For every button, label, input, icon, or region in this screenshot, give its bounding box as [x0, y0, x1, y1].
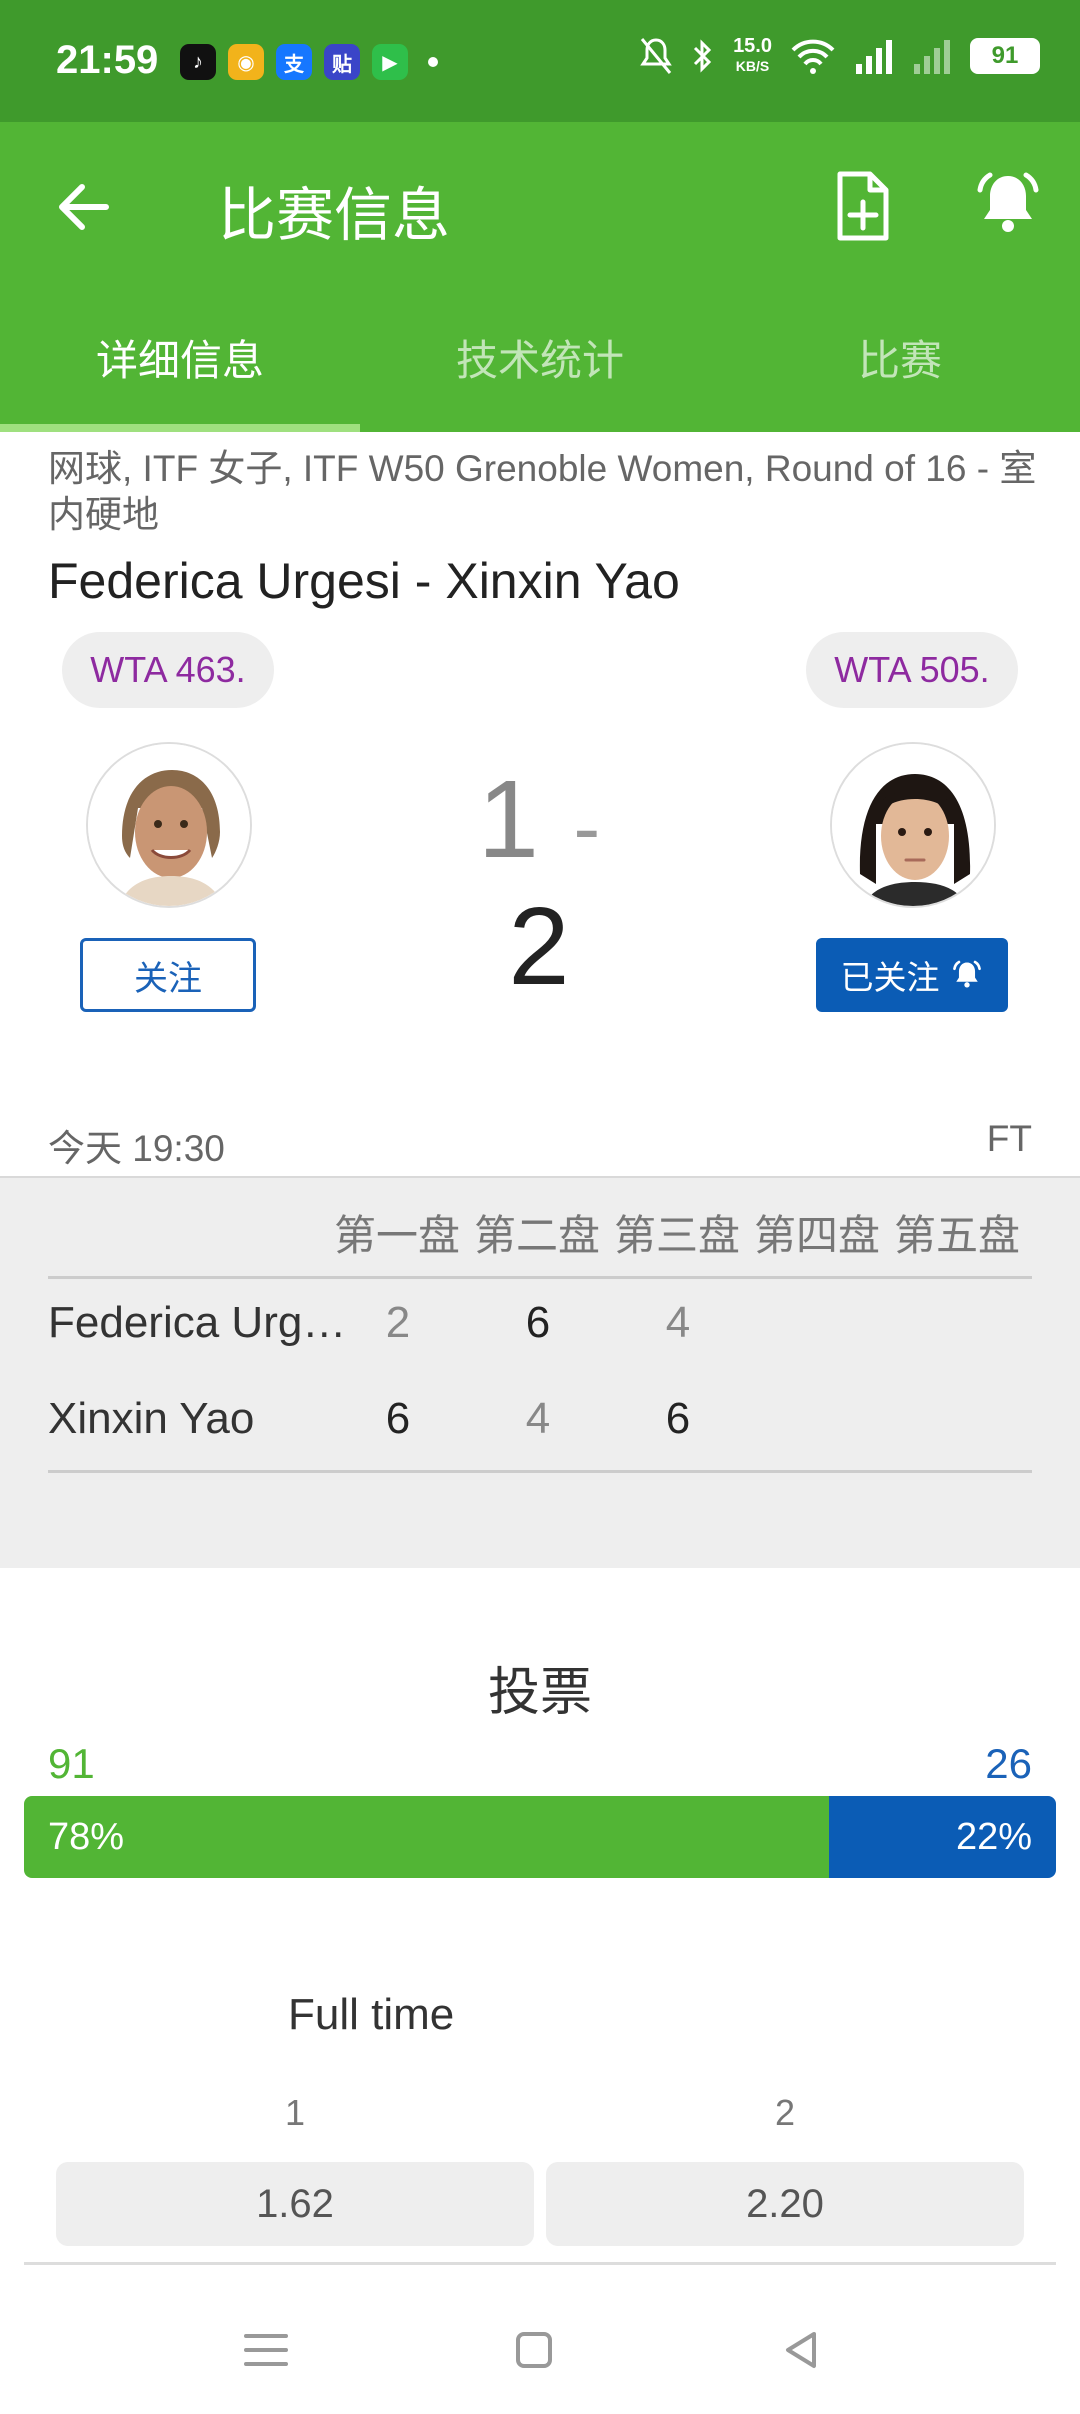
tab-statistics[interactable]: 技术统计	[360, 282, 720, 432]
app-bar: 比赛信息	[0, 122, 1080, 282]
away-player-avatar[interactable]	[830, 742, 996, 908]
tieba-icon: 贴	[324, 44, 360, 80]
divider	[48, 1470, 1032, 1473]
back-nav-button[interactable]	[772, 2320, 832, 2380]
set-row-home-name: Federica Urg…	[48, 1298, 347, 1347]
signal-icon	[856, 40, 892, 74]
home-player-avatar[interactable]	[86, 742, 252, 908]
away-vote-segment[interactable]: 22%	[828, 1796, 1056, 1878]
odds-label-away: 2	[774, 2092, 796, 2133]
set-header: 第四盘	[754, 1212, 881, 1259]
set-score: 2	[385, 1298, 411, 1347]
home-rank-badge[interactable]: WTA 463.	[62, 632, 274, 708]
set-scores-panel: 第一盘 第二盘 第三盘 第四盘 第五盘 Federica Urg… 2 6 4 …	[0, 1176, 1080, 1568]
home-vote-count: 91	[48, 1740, 95, 1787]
odds-title: Full time	[288, 1990, 455, 2039]
score-separator: -	[573, 782, 603, 872]
divider	[48, 1276, 1032, 1279]
home-vote-segment[interactable]: 78%	[24, 1796, 829, 1878]
away-vote-count: 26	[985, 1740, 1032, 1787]
status-indicators: 15.0 KB/S 91	[639, 36, 1040, 76]
match-score: 1 - 2	[430, 756, 650, 1010]
set-score: 6	[525, 1298, 551, 1347]
vote-title: 投票	[487, 1664, 592, 1722]
set-header: 第五盘	[894, 1212, 1021, 1259]
square-icon	[516, 2332, 552, 2368]
tab-matches[interactable]: 比赛	[720, 282, 1080, 432]
followed-label: 已关注	[840, 959, 940, 996]
more-notifications-dot	[428, 57, 438, 67]
odds-label-home: 1	[284, 2092, 306, 2133]
home-button[interactable]	[504, 2320, 564, 2380]
network-speed: 15.0 KB/S	[733, 35, 772, 74]
bell-ringing-icon	[952, 960, 981, 988]
video-app-icon: ▶	[372, 44, 408, 80]
tab-details[interactable]: 详细信息	[0, 282, 360, 432]
alipay-icon: 支	[276, 44, 312, 80]
odds-home-button[interactable]: 1.62	[56, 2162, 534, 2246]
status-bar: 21:59 ♪ ◉ 支 贴 ▶ 15.0 KB/S 91	[0, 0, 1080, 122]
set-header: 第三盘	[614, 1212, 741, 1259]
add-to-calendar-button[interactable]	[828, 168, 898, 244]
system-nav-bar	[0, 2280, 1080, 2414]
set-score: 6	[665, 1394, 691, 1443]
match-status: FT	[986, 1118, 1032, 1159]
set-row-away-name: Xinxin Yao	[48, 1394, 255, 1443]
back-button[interactable]	[50, 172, 120, 242]
followed-away-button[interactable]: 已关注	[816, 938, 1008, 1012]
weibo-icon: ◉	[228, 44, 264, 80]
notification-icons: ♪ ◉ 支 贴 ▶	[180, 44, 438, 80]
divider	[24, 2262, 1056, 2265]
status-time: 21:59	[56, 38, 159, 82]
tiktok-icon: ♪	[180, 44, 216, 80]
wifi-icon	[791, 39, 835, 74]
tab-bar: 详细信息 技术统计 比赛	[0, 282, 1080, 432]
set-header: 第二盘	[474, 1212, 601, 1259]
set-score: 6	[385, 1394, 411, 1443]
arrow-left-icon	[59, 184, 109, 230]
match-start-time: 今天 19:30	[48, 1128, 225, 1169]
breadcrumb: 网球, ITF 女子, ITF W50 Grenoble Women, Roun…	[48, 448, 1037, 535]
file-add-icon	[837, 171, 889, 241]
page-title: 比赛信息	[218, 183, 451, 248]
bluetooth-icon	[694, 39, 712, 73]
home-score: 1	[477, 758, 541, 881]
match-title: Federica Urgesi - Xinxin Yao	[48, 553, 680, 609]
away-rank-badge[interactable]: WTA 505.	[806, 632, 1018, 708]
follow-home-button[interactable]: 关注	[80, 938, 256, 1012]
vote-bar[interactable]: 78% 22%	[24, 1796, 1056, 1878]
set-score: 4	[525, 1394, 551, 1443]
set-header: 第一盘	[334, 1212, 461, 1259]
battery-indicator: 91	[970, 38, 1040, 74]
signal-weak-icon	[914, 40, 950, 74]
menu-button[interactable]	[236, 2320, 296, 2380]
menu-icon	[244, 2334, 288, 2366]
alert-bell-button[interactable]	[970, 166, 1046, 242]
away-score: 2	[508, 885, 572, 1008]
set-score: 4	[665, 1298, 691, 1347]
odds-away-button[interactable]: 2.20	[546, 2162, 1024, 2246]
triangle-back-icon	[786, 2332, 816, 2368]
mute-icon	[640, 38, 672, 74]
bell-ringing-icon	[977, 172, 1039, 232]
